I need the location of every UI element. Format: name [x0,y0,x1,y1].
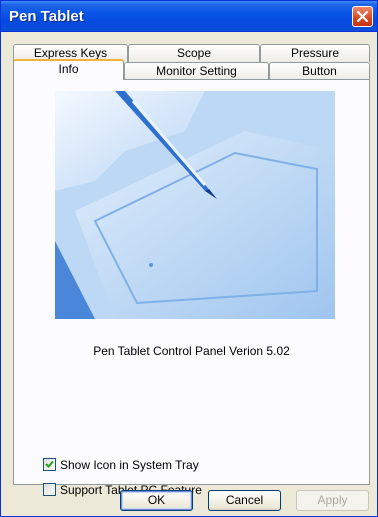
tablet-photo [55,91,335,319]
dialog-body: Express Keys Scope Pressure Info Monitor… [4,32,374,513]
tab-button[interactable]: Button [269,62,370,80]
tab-label: Scope [176,46,212,60]
tab-pressure[interactable]: Pressure [260,44,370,62]
show-icon-tray-checkbox[interactable] [43,458,56,471]
checkmark-icon [45,460,54,468]
pen-tablet-dialog: Pen Tablet Express Keys Scope Pressure I… [0,0,378,517]
tab-label: Pressure [290,46,340,60]
window-title: Pen Tablet [9,8,84,25]
pen-on-tablet-image [55,91,335,319]
support-tablet-pc-checkbox[interactable] [43,483,56,496]
close-icon [356,10,369,23]
ok-button[interactable]: OK [120,490,193,511]
tab-info[interactable]: Info [13,59,124,80]
title-bar[interactable]: Pen Tablet [1,1,377,32]
show-icon-tray-label: Show Icon in System Tray [60,458,199,472]
info-tab-panel: Pen Tablet Control Panel Verion 5.02 Sho… [13,79,370,497]
tab-label: Info [58,62,79,76]
tab-label: Button [302,64,337,78]
tab-label: Express Keys [33,46,108,60]
apply-button[interactable]: Apply [296,490,369,511]
cancel-button[interactable]: Cancel [208,490,281,511]
version-text: Pen Tablet Control Panel Verion 5.02 [93,344,290,358]
tab-scope[interactable]: Scope [128,44,260,62]
tab-label: Monitor Setting [156,64,237,78]
close-button[interactable] [352,6,373,27]
tab-monitor-setting[interactable]: Monitor Setting [124,62,269,80]
